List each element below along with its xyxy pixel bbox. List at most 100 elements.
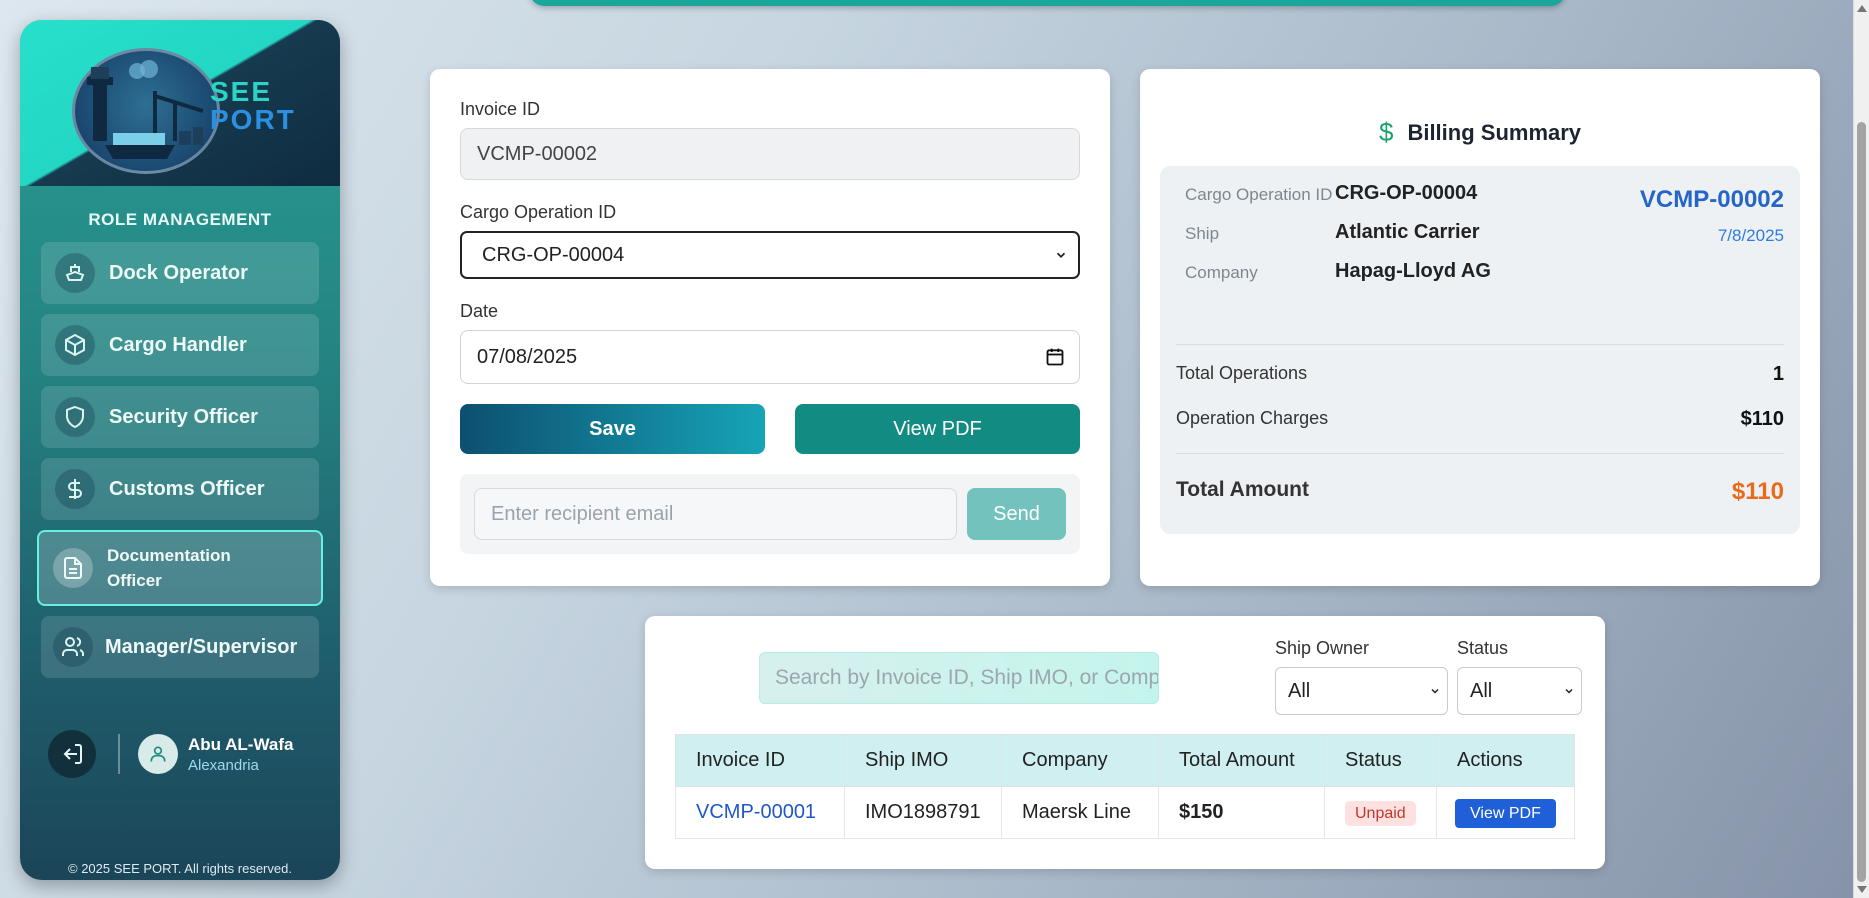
sidebar-item-label: Manager/Supervisor bbox=[105, 635, 298, 658]
sidebar-item-label: Customs Officer bbox=[109, 477, 265, 500]
invoice-id-label: Invoice ID bbox=[460, 99, 541, 119]
cargo-operation-select[interactable]: CRG-OP-00004 bbox=[460, 231, 1080, 279]
recipient-email-input[interactable]: Enter recipient email bbox=[474, 488, 957, 540]
cargo-operation-value: CRG-OP-00004 bbox=[482, 243, 625, 266]
date-label: Date bbox=[460, 301, 499, 321]
invoice-form-card: Invoice ID VCMP-00002 Cargo Operation ID… bbox=[430, 69, 1110, 586]
view-pdf-button[interactable]: View PDF bbox=[795, 404, 1080, 454]
ship-owner-select[interactable]: All bbox=[1275, 667, 1448, 715]
role-nav: Dock Operator Cargo Handler Security Off… bbox=[20, 242, 340, 678]
divider bbox=[1176, 453, 1784, 454]
logout-button[interactable] bbox=[48, 730, 96, 778]
save-button[interactable]: Save bbox=[460, 404, 765, 454]
ship-label: Ship bbox=[1185, 224, 1220, 243]
status-label: Status bbox=[1457, 638, 1509, 658]
row-view-pdf-button[interactable]: View PDF bbox=[1455, 799, 1556, 828]
copyright: © 2025 SEE PORT. All rights reserved. bbox=[68, 861, 292, 876]
scroll-thumb[interactable] bbox=[1857, 122, 1866, 882]
company-label: Company bbox=[1185, 263, 1258, 282]
status-value: All bbox=[1470, 679, 1493, 702]
calendar-icon[interactable] bbox=[1045, 347, 1065, 367]
total-amount-label: Total Amount bbox=[1176, 478, 1309, 501]
column-header: Ship IMO bbox=[844, 734, 1002, 787]
ship-owner-value: All bbox=[1288, 679, 1311, 702]
users-icon bbox=[53, 627, 93, 667]
send-button[interactable]: Send bbox=[967, 488, 1066, 540]
brand-line-2: PORT bbox=[210, 104, 296, 135]
logo-area: SEE PORT bbox=[20, 20, 340, 186]
ship-value: Atlantic Carrier bbox=[1335, 221, 1480, 243]
invoice-date: 7/8/2025 bbox=[1717, 226, 1784, 245]
total-operations-value: 1 bbox=[1772, 363, 1784, 385]
scroll-up-icon[interactable] bbox=[1857, 5, 1867, 12]
billing-details: Cargo Operation ID CRG-OP-00004 Ship Atl… bbox=[1160, 166, 1800, 534]
user-name: Abu AL-Wafa bbox=[188, 734, 294, 754]
port-logo bbox=[72, 48, 220, 174]
billing-summary-title: $ Billing Summary bbox=[1160, 117, 1800, 148]
sidebar-item-cargo-handler[interactable]: Cargo Handler bbox=[41, 314, 319, 376]
total-amount-row: Total Amount $110 bbox=[1176, 478, 1784, 506]
form-actions: Save View PDF bbox=[460, 404, 1080, 454]
column-header: Actions bbox=[1436, 734, 1575, 787]
sidebar-item-label: Security Officer bbox=[109, 405, 258, 428]
cargo-op-value: CRG-OP-00004 bbox=[1335, 182, 1478, 204]
shield-icon bbox=[55, 397, 95, 437]
billing-summary-card: $ Billing Summary Cargo Operation ID CRG… bbox=[1140, 69, 1820, 586]
shipment-info: Cargo Operation ID CRG-OP-00004 Ship Atl… bbox=[1176, 182, 1784, 344]
column-header: Status bbox=[1324, 734, 1437, 787]
user-area: Abu AL-Wafa Alexandria bbox=[48, 730, 293, 778]
sidebar-item-dock-operator[interactable]: Dock Operator bbox=[41, 242, 319, 304]
invoice-link[interactable]: VCMP-00001 bbox=[696, 801, 816, 823]
ship-icon bbox=[55, 253, 95, 293]
box-icon bbox=[55, 325, 95, 365]
dollar-icon: $ bbox=[1378, 117, 1394, 147]
company-row: Company Hapag-Lloyd AG bbox=[1185, 260, 1784, 285]
ship-owner-filter: Ship Owner All bbox=[1275, 638, 1448, 715]
date-field[interactable]: 07/08/2025 bbox=[460, 330, 1080, 384]
scroll-down-icon[interactable] bbox=[1857, 886, 1867, 893]
top-banner-strip bbox=[530, 0, 1565, 6]
page-scrollbar[interactable] bbox=[1853, 0, 1869, 898]
document-icon bbox=[53, 548, 93, 588]
sidebar-item-customs-officer[interactable]: Customs Officer bbox=[41, 458, 319, 520]
total-operations-row: Total Operations 1 bbox=[1176, 363, 1784, 386]
invoice-id-field: VCMP-00002 bbox=[460, 128, 1080, 180]
table-header-row: Invoice ID Ship IMO Company Total Amount… bbox=[675, 734, 1575, 787]
chevron-down-icon bbox=[1565, 688, 1573, 694]
sidebar-item-label: Cargo Handler bbox=[109, 333, 247, 356]
sidebar: SEE PORT ROLE MANAGEMENT Dock Operator C… bbox=[20, 20, 340, 880]
logout-icon bbox=[63, 744, 82, 764]
status-select[interactable]: All bbox=[1457, 667, 1582, 715]
column-header: Company bbox=[1001, 734, 1159, 787]
cargo-op-label: Cargo Operation ID bbox=[1185, 185, 1333, 204]
sidebar-item-security-officer[interactable]: Security Officer bbox=[41, 386, 319, 448]
sidebar-heading: ROLE MANAGEMENT bbox=[88, 210, 272, 229]
brand-name: SEE PORT bbox=[210, 78, 296, 134]
brand-line-1: SEE bbox=[210, 76, 273, 107]
email-send-row: Enter recipient email Send bbox=[460, 474, 1080, 554]
column-header: Total Amount bbox=[1158, 734, 1325, 787]
status-badge: Unpaid bbox=[1345, 801, 1416, 826]
table-row: VCMP-00001 IMO1898791 Maersk Line $150 U… bbox=[675, 786, 1575, 839]
invoice-list-card: Search by Invoice ID, Ship IMO, or Compa… bbox=[645, 616, 1605, 869]
divider bbox=[118, 734, 120, 774]
invoice-id: VCMP-00002 bbox=[1639, 186, 1784, 213]
sidebar-item-label: Dock Operator bbox=[109, 261, 248, 284]
cargo-operation-label: Cargo Operation ID bbox=[460, 202, 617, 222]
avatar bbox=[138, 734, 178, 774]
sidebar-item-manager-supervisor[interactable]: Manager/Supervisor bbox=[41, 616, 319, 678]
company-cell: Maersk Line bbox=[1001, 786, 1159, 839]
billing-title-text: Billing Summary bbox=[1407, 119, 1582, 145]
total-operations-label: Total Operations bbox=[1176, 363, 1308, 383]
sidebar-item-label: Documentation Officer bbox=[107, 546, 231, 590]
total-cell: $150 bbox=[1158, 786, 1325, 839]
operation-charges-label: Operation Charges bbox=[1176, 408, 1329, 428]
sidebar-item-documentation-officer[interactable]: Documentation Officer bbox=[37, 530, 323, 606]
ship-owner-label: Ship Owner bbox=[1275, 638, 1370, 658]
total-amount-value: $110 bbox=[1731, 478, 1784, 505]
invoice-reference: VCMP-00002 7/8/2025 bbox=[1640, 186, 1784, 246]
search-input[interactable]: Search by Invoice ID, Ship IMO, or Compa… bbox=[759, 652, 1159, 704]
operation-charges-value: $110 bbox=[1740, 408, 1784, 430]
user-icon bbox=[150, 746, 166, 762]
divider bbox=[1176, 344, 1784, 345]
